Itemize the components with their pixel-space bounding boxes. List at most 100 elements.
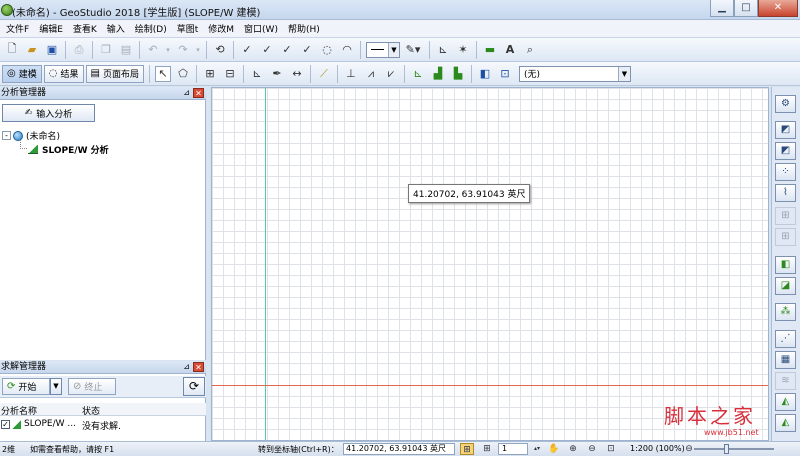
draw-line-icon[interactable]: ✓ bbox=[259, 42, 275, 58]
stop-solve-button[interactable]: ⊘ 终止 bbox=[68, 378, 116, 395]
zoom-slider[interactable] bbox=[694, 448, 774, 450]
redo-dropdown-icon[interactable]: ▾ bbox=[195, 42, 201, 58]
menu-input[interactable]: 输入 bbox=[107, 22, 125, 35]
menu-modify[interactable]: 修改M bbox=[208, 22, 234, 35]
point-load-icon[interactable]: ⊾ bbox=[410, 66, 426, 82]
menu-draw[interactable]: 绘制(D) bbox=[135, 22, 167, 35]
grid-icon[interactable]: ⊞ bbox=[480, 443, 494, 455]
view-screen-icon[interactable]: ▬ bbox=[482, 42, 498, 58]
menu-help[interactable]: 帮助(H) bbox=[288, 22, 320, 35]
key-in-seismic-icon[interactable]: ◭ bbox=[775, 414, 796, 432]
draw-polyline-icon[interactable]: ✓ bbox=[279, 42, 295, 58]
regenerate-icon[interactable]: ⟲ bbox=[212, 42, 228, 58]
close-icon[interactable]: ✕ bbox=[193, 362, 204, 372]
menu-sketch[interactable]: 草图t bbox=[177, 22, 199, 35]
zoom-fit-icon[interactable]: ⊡ bbox=[604, 443, 618, 455]
key-in-pressure-icon[interactable]: ⁂ bbox=[775, 303, 796, 321]
zoom-in-icon[interactable]: ⊕ bbox=[566, 443, 580, 455]
new-file-icon[interactable]: 🗋 bbox=[4, 42, 20, 58]
key-in-grid-icon[interactable]: ⊞ bbox=[775, 228, 796, 246]
sketch-axis-icon[interactable]: ✶ bbox=[455, 42, 471, 58]
print-icon[interactable]: ⎙ bbox=[71, 42, 87, 58]
key-in-slip-surface-icon[interactable]: ◧ bbox=[775, 256, 796, 274]
pin-icon[interactable]: ⊿ bbox=[183, 87, 190, 99]
save-icon[interactable]: ▣ bbox=[44, 42, 60, 58]
coordinate-field[interactable]: 41.20702, 63.91043 英尺 bbox=[343, 443, 455, 455]
view-options-icon[interactable]: ⊡ bbox=[497, 66, 513, 82]
draw-curve-icon[interactable]: ✓ bbox=[299, 42, 315, 58]
start-dropdown-icon[interactable]: ▼ bbox=[50, 378, 62, 395]
pan-hand-icon[interactable]: ✋ bbox=[547, 443, 561, 455]
stepper-arrows-icon[interactable]: ▴▾ bbox=[530, 443, 544, 455]
zoom-out-icon[interactable]: ⊖ bbox=[585, 443, 599, 455]
key-in-mesh-icon[interactable]: ⊞ bbox=[775, 207, 796, 225]
view-filter-select[interactable]: (无) ▼ bbox=[518, 65, 631, 82]
slip-surface-exit-icon[interactable]: ⩗ bbox=[383, 66, 399, 82]
key-in-geometry-icon[interactable]: ◪ bbox=[775, 277, 796, 295]
menu-file[interactable]: 文件F bbox=[6, 22, 29, 35]
view-font-icon[interactable]: ⌕ bbox=[522, 42, 538, 58]
paste-icon[interactable]: ▤ bbox=[118, 42, 134, 58]
drawing-canvas[interactable]: 41.20702, 63.91043 英尺 脚本之家 www.jb51.net bbox=[211, 87, 769, 441]
open-folder-icon[interactable]: ▰ bbox=[24, 42, 40, 58]
page-layout-button[interactable]: ▤ 页面布局 bbox=[85, 64, 144, 83]
dimension-icon[interactable]: ↔ bbox=[289, 66, 305, 82]
solve-toolbar: ⟳ 开始 ▼ ⊘ 终止 ⟳ bbox=[0, 376, 206, 398]
model-mode-button[interactable]: ◎ 建模 bbox=[2, 64, 42, 83]
slip-surface-entry-icon[interactable]: ⩘ bbox=[363, 66, 379, 82]
pen-icon[interactable]: ✒ bbox=[269, 66, 285, 82]
tree-root-project[interactable]: - (未命名) bbox=[2, 129, 60, 142]
copy-icon[interactable]: ❐ bbox=[98, 42, 114, 58]
grid-spacing-stepper[interactable]: 1 bbox=[498, 443, 528, 455]
key-in-surface-load-icon[interactable]: ◭ bbox=[775, 393, 796, 411]
close-icon[interactable]: ✕ bbox=[758, 0, 798, 17]
input-analysis-button[interactable]: ✍ 输入分析 bbox=[2, 104, 95, 122]
select-pointer-icon[interactable]: ↖ bbox=[154, 65, 171, 82]
toolbar-separator bbox=[403, 64, 405, 83]
key-in-regions-icon[interactable]: ◩ bbox=[775, 142, 796, 160]
undo-dropdown-icon[interactable]: ▾ bbox=[165, 42, 171, 58]
start-solve-button[interactable]: ⟳ 开始 bbox=[2, 378, 50, 395]
select-region-icon[interactable]: ⬠ bbox=[175, 66, 191, 82]
key-in-anchors-icon[interactable]: ⋰ bbox=[775, 330, 796, 348]
view-3d-icon[interactable]: ◧ bbox=[477, 66, 493, 82]
key-in-water-icon[interactable]: ≋ bbox=[775, 372, 796, 390]
maximize-icon[interactable]: □ bbox=[734, 0, 758, 17]
table-row[interactable]: ✓ SLOPE/W ... 没有求解. bbox=[0, 418, 206, 432]
key-in-analysis-icon[interactable]: ⚙ bbox=[775, 95, 796, 113]
undo-icon[interactable]: ↶ bbox=[145, 42, 161, 58]
snap-grid-icon[interactable]: ⊞ bbox=[460, 443, 474, 455]
redo-icon[interactable]: ↷ bbox=[175, 42, 191, 58]
slip-surface-grid-icon[interactable]: ⊥ bbox=[343, 66, 359, 82]
key-in-functions-icon[interactable]: ⌇ bbox=[775, 184, 796, 202]
menu-edit[interactable]: 编辑E bbox=[39, 22, 63, 35]
axis-icon[interactable]: ⊾ bbox=[435, 42, 451, 58]
key-in-nails-icon[interactable]: ▦ bbox=[775, 351, 796, 369]
minimize-icon[interactable]: ▁ bbox=[710, 0, 734, 17]
line-color-icon[interactable]: ✎▾ bbox=[402, 42, 424, 58]
menu-window[interactable]: 窗口(W) bbox=[244, 22, 278, 35]
draw-regions-icon[interactable]: ⊞ bbox=[202, 66, 218, 82]
close-icon[interactable]: ✕ bbox=[193, 88, 204, 98]
pore-pressure-icon[interactable]: ⟋ bbox=[316, 66, 332, 82]
tree-expander-icon[interactable]: - bbox=[2, 131, 11, 140]
results-mode-button[interactable]: ◌ 结果 bbox=[43, 64, 84, 83]
key-in-materials-icon[interactable]: ◩ bbox=[775, 121, 796, 139]
draw-circle-icon[interactable]: ◌ bbox=[319, 42, 335, 58]
zoom-slider-thumb[interactable] bbox=[724, 444, 729, 454]
row-checkbox[interactable]: ✓ bbox=[1, 420, 10, 429]
tree-item-slope-analysis[interactable]: SLOPE/W 分析 bbox=[28, 143, 109, 156]
surface-load-icon[interactable]: ▙ bbox=[450, 66, 466, 82]
materials-icon[interactable]: ⊾ bbox=[249, 66, 265, 82]
draw-arc-icon[interactable]: ◠ bbox=[339, 42, 355, 58]
key-in-points-icon[interactable]: ⁘ bbox=[775, 163, 796, 181]
menu-view[interactable]: 查看K bbox=[73, 22, 97, 35]
reinforcement-icon[interactable]: ▟ bbox=[430, 66, 446, 82]
analysis-edit-icon: ✍ bbox=[24, 108, 33, 118]
draw-mesh-icon[interactable]: ⊟ bbox=[222, 66, 238, 82]
text-label-icon[interactable]: A bbox=[502, 42, 518, 58]
line-style-select[interactable]: ▼ bbox=[366, 41, 400, 58]
draw-point-icon[interactable]: ✓ bbox=[239, 42, 255, 58]
refresh-icon[interactable]: ⟳ bbox=[183, 377, 205, 396]
pin-icon[interactable]: ⊿ bbox=[183, 361, 190, 373]
